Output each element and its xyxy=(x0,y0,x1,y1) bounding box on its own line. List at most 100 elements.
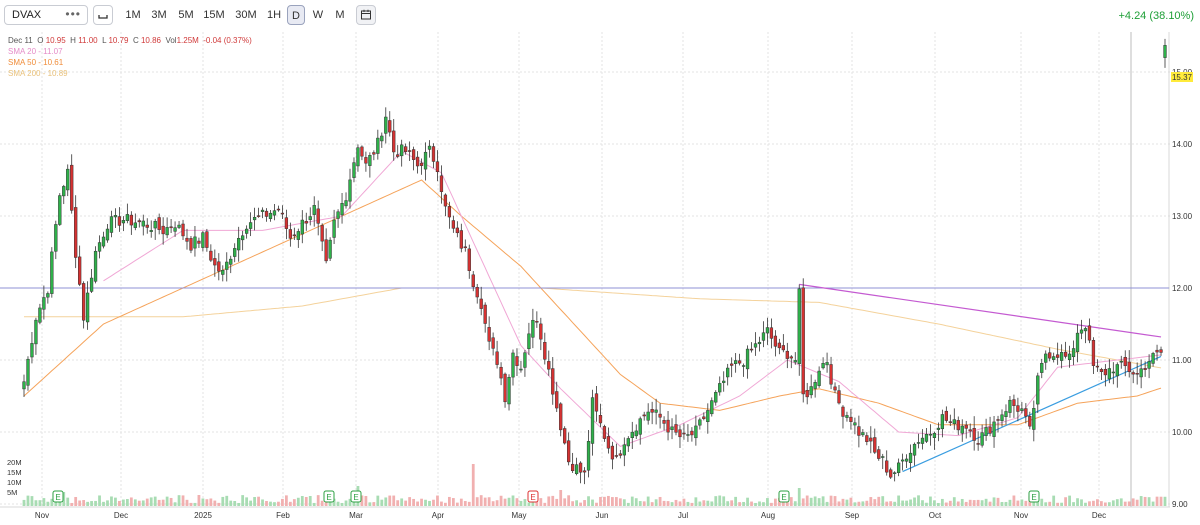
candle-body xyxy=(956,420,960,431)
volume-bar xyxy=(249,500,253,506)
candle-body xyxy=(34,319,38,345)
volume-bar xyxy=(1103,502,1107,506)
symbol-search-input[interactable]: DVAX ••• xyxy=(4,5,88,25)
candle-body xyxy=(121,220,126,224)
candle-body xyxy=(968,429,972,432)
candle-body xyxy=(233,248,237,257)
volume-bar xyxy=(797,488,801,506)
sma50-line xyxy=(23,179,1162,426)
candle-body xyxy=(570,463,575,472)
interval-1m[interactable]: 1M xyxy=(122,5,144,25)
legend-vol: 1.25M xyxy=(176,36,199,45)
interval-1h[interactable]: 1H xyxy=(264,5,284,25)
candle-body xyxy=(225,261,229,270)
volume-bar xyxy=(78,500,82,506)
earnings-marker[interactable]: E xyxy=(323,490,335,503)
time-axis: Nov Dec 2025 Feb Mar Apr May Jun Jul Aug Sep Oct Nov… xyxy=(35,511,1106,520)
volume-bar xyxy=(1072,502,1075,506)
candle-body xyxy=(46,293,50,298)
volume-tick-label: 5M xyxy=(7,488,17,497)
candle-body xyxy=(825,362,829,366)
time-tick-label: Oct xyxy=(929,511,942,520)
candle-body xyxy=(101,236,106,247)
volume-bar xyxy=(730,500,734,506)
candle-body xyxy=(463,246,467,249)
volume-bar xyxy=(1044,502,1048,506)
candle-body xyxy=(992,421,996,437)
interval-15m[interactable]: 15M xyxy=(201,5,227,25)
interval-w[interactable]: W xyxy=(309,5,327,25)
candle-body xyxy=(507,377,511,405)
candle-body xyxy=(300,219,304,235)
candle-body xyxy=(400,144,404,157)
volume-bar xyxy=(420,498,423,506)
volume-bar xyxy=(511,495,515,506)
volume-bar xyxy=(463,501,467,506)
volume-bar xyxy=(917,495,920,506)
volume-bar xyxy=(607,495,610,506)
earnings-marker-label: E xyxy=(781,493,786,502)
candle-body xyxy=(177,224,181,228)
candle-body xyxy=(936,427,941,430)
volume-bar xyxy=(121,499,125,506)
volume-bar xyxy=(1119,498,1123,506)
volume-bar xyxy=(1143,496,1147,506)
calendar-icon[interactable] xyxy=(356,5,376,25)
interval-3m[interactable]: 3M xyxy=(148,5,170,25)
volume-bar xyxy=(22,499,26,506)
earnings-marker[interactable]: E xyxy=(778,490,790,503)
interval-m[interactable]: M xyxy=(331,5,349,25)
volume-bar xyxy=(145,498,149,506)
candle-body xyxy=(427,145,432,150)
candlestick-icon[interactable] xyxy=(93,5,113,25)
volume-bar xyxy=(1068,495,1071,506)
interval-d[interactable]: D xyxy=(287,5,305,25)
volume-bar xyxy=(809,497,813,506)
interval-30m[interactable]: 30M xyxy=(232,5,260,25)
volume-bar xyxy=(209,498,213,506)
upper-trendline xyxy=(799,283,1162,338)
price-chart[interactable]: 15.0014.0013.0012.0011.0010.009.00 NovDe… xyxy=(0,32,1200,525)
volume-bar xyxy=(1155,496,1159,506)
candle-body xyxy=(900,459,905,462)
candle-body xyxy=(805,390,809,398)
earnings-marker[interactable]: E xyxy=(527,490,539,503)
volume-bar xyxy=(189,502,193,506)
candle-body xyxy=(125,214,130,221)
volume-bar xyxy=(185,499,189,506)
candle-body xyxy=(356,147,360,167)
volume-bar xyxy=(547,496,551,506)
candle-body xyxy=(435,161,440,173)
volume-bar xyxy=(336,501,340,506)
candle-body xyxy=(332,219,336,238)
volume-bar xyxy=(368,502,372,506)
candle-body xyxy=(70,164,74,211)
ellipsis-icon[interactable]: ••• xyxy=(65,7,81,21)
earnings-marker[interactable]: E xyxy=(52,490,64,503)
candle-body xyxy=(722,380,726,383)
candle-body xyxy=(853,422,857,426)
candle-body xyxy=(618,453,622,456)
volume-bar xyxy=(392,495,396,506)
candle-body xyxy=(26,358,30,386)
volume-bar xyxy=(845,499,849,506)
volume-bar xyxy=(388,495,392,506)
candle-body xyxy=(984,427,988,436)
earnings-marker[interactable]: E xyxy=(1028,490,1040,503)
volume-bar xyxy=(575,500,579,506)
candle-body xyxy=(741,365,746,367)
volume-bar xyxy=(300,496,304,506)
volume-bar xyxy=(853,502,857,506)
volume-bar xyxy=(98,495,101,506)
candle-body xyxy=(547,361,551,370)
earnings-marker[interactable]: E xyxy=(350,490,362,503)
legend-change: -0.04 (0.37%) xyxy=(203,36,252,45)
candle-body xyxy=(877,449,881,459)
candle-body xyxy=(511,352,515,378)
candle-body xyxy=(813,382,817,389)
candle-body xyxy=(50,251,54,294)
candle-body xyxy=(368,155,372,166)
candle-body xyxy=(1123,356,1127,367)
candle-body xyxy=(392,130,396,153)
interval-5m[interactable]: 5M xyxy=(175,5,197,25)
